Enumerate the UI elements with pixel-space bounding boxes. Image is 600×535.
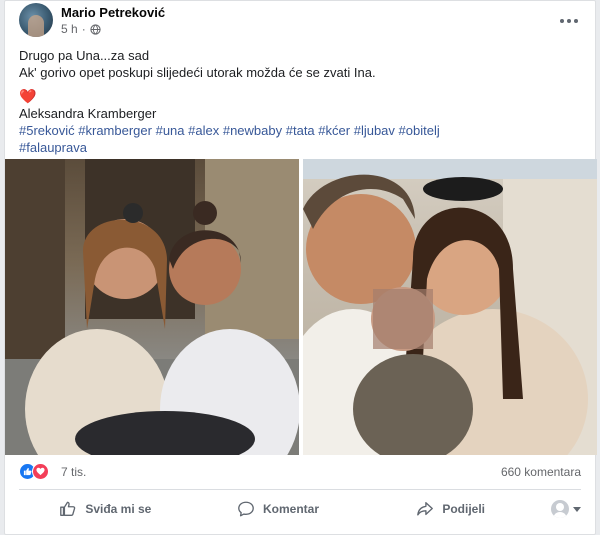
post-header: Mario Petreković 5 h · (17, 3, 583, 43)
hashtag[interactable]: #una (156, 123, 185, 138)
post-photo-right[interactable] (303, 159, 597, 455)
viewer-avatar (551, 500, 570, 518)
tagged-person[interactable]: Aleksandra Kramberger (19, 105, 581, 122)
post-text-line-1: Drugo pa Una...za sad (19, 48, 150, 63)
meta-separator: · (81, 22, 86, 36)
share-button-label: Podijeli (442, 502, 486, 516)
reaction-icons[interactable] (19, 463, 49, 480)
post-body: Drugo pa Una...za sad Ak' gorivo opet po… (19, 47, 581, 156)
share-arrow-icon (417, 502, 434, 516)
hashtag[interactable]: #obitelj (399, 123, 440, 138)
hashtag[interactable]: #kramberger (78, 123, 152, 138)
comment-button-label: Komentar (263, 502, 320, 516)
author-name[interactable]: Mario Petreković (61, 5, 165, 20)
reactions-summary: 7 tis. 660 komentara (19, 461, 581, 485)
reaction-count[interactable]: 7 tis. (61, 465, 86, 479)
more-options-icon[interactable] (555, 7, 583, 35)
like-button[interactable]: Sviđa mi se (19, 494, 192, 524)
hashtag[interactable]: #tata (286, 123, 315, 138)
hashtag-list: #5reković #kramberger #una #alex #newbab… (19, 122, 581, 156)
action-bar: Sviđa mi se Komentar Podijeli (19, 493, 582, 525)
share-button[interactable]: Podijeli (364, 494, 537, 524)
hashtag[interactable]: #falauprava (19, 140, 87, 155)
hashtag[interactable]: #newbaby (223, 123, 282, 138)
love-reaction-icon (32, 463, 49, 480)
post-time[interactable]: 5 h (61, 22, 78, 36)
post-photo-left[interactable] (5, 159, 299, 455)
post-card: Mario Petreković 5 h · Drugo pa Una...za… (4, 0, 597, 535)
globe-icon (90, 23, 101, 35)
comment-count[interactable]: 660 komentara (501, 465, 581, 479)
viewer-selector[interactable] (537, 494, 582, 524)
hashtag[interactable]: #ljubav (354, 123, 395, 138)
photo-grid (5, 159, 597, 455)
author-avatar[interactable] (19, 3, 53, 37)
thumbs-up-icon (60, 501, 76, 516)
hashtag[interactable]: #alex (188, 123, 219, 138)
post-meta: 5 h · (61, 22, 101, 36)
actions-divider (19, 489, 581, 490)
post-text-line-2: Ak' gorivo opet poskupi slijedeći utorak… (19, 65, 376, 80)
comment-button[interactable]: Komentar (192, 494, 365, 524)
comment-bubble-icon (238, 501, 254, 517)
chevron-down-icon (573, 506, 582, 512)
hashtag[interactable]: #5reković (19, 123, 75, 138)
heart-emoji: ❤️ (19, 88, 37, 104)
like-button-label: Sviđa mi se (85, 502, 152, 516)
hashtag[interactable]: #kćer (318, 123, 350, 138)
